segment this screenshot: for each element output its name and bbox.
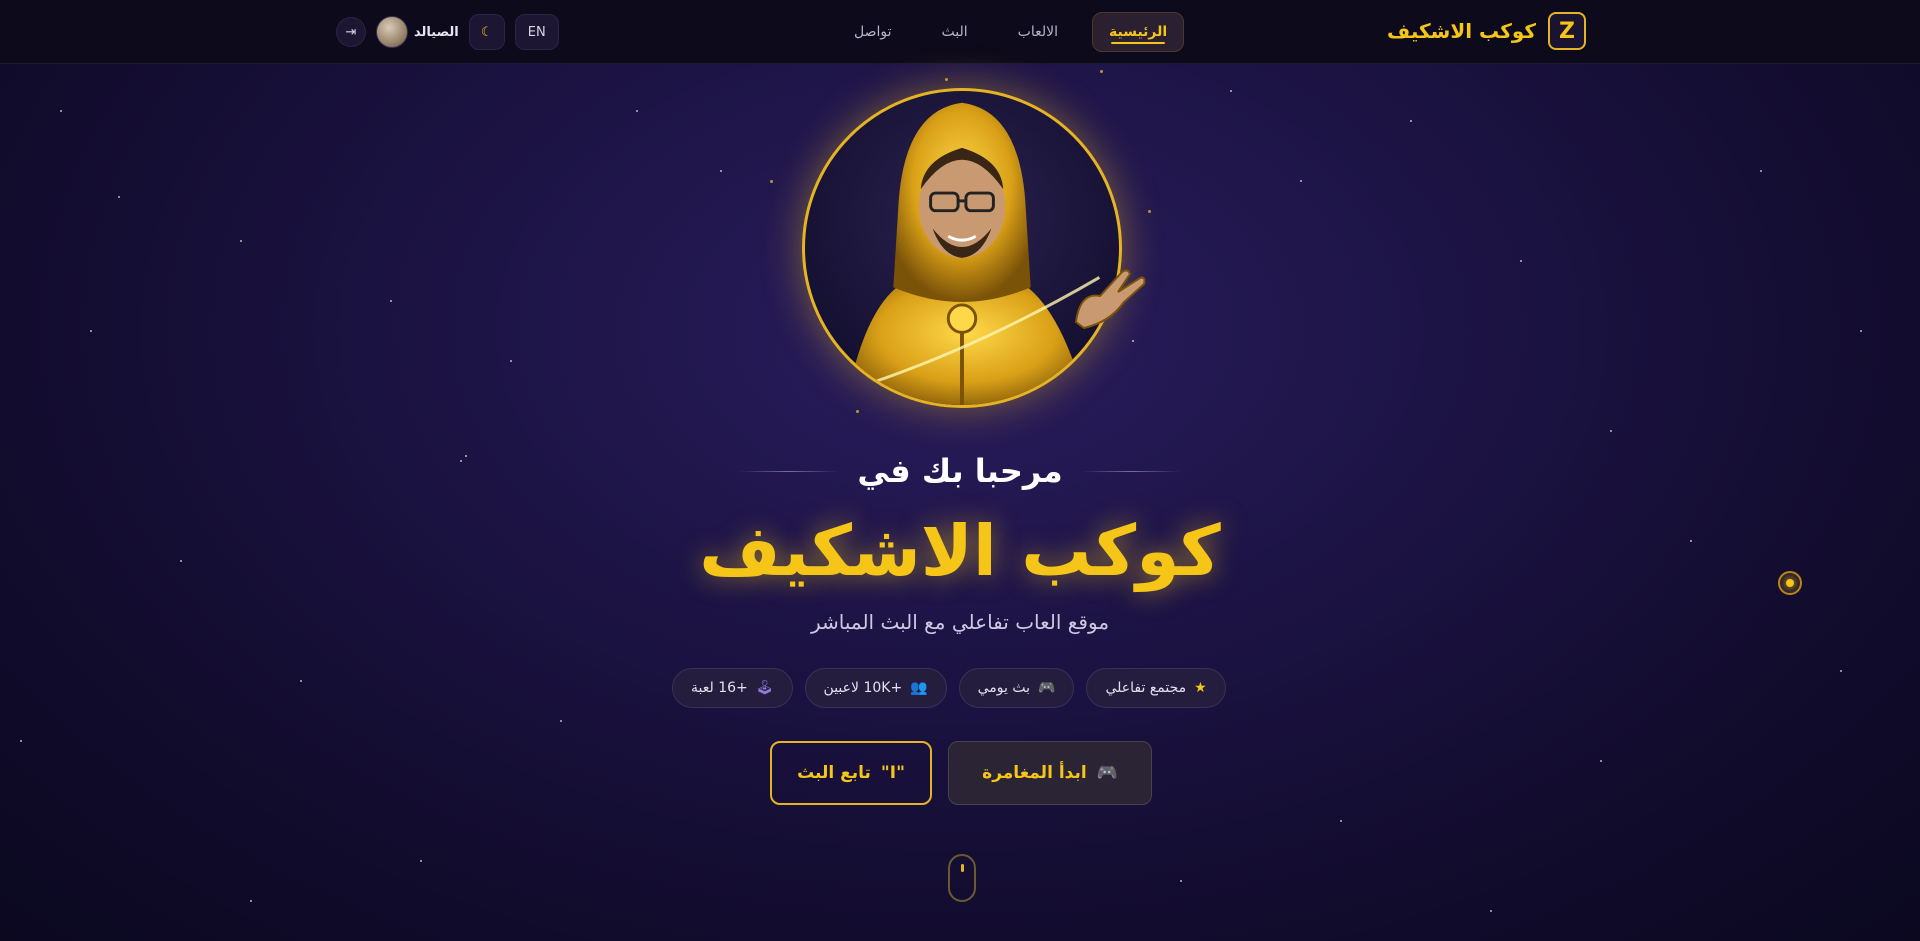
top-header: Z كوكب الاشكيف الرئيسية الالعاب البث توا… — [0, 0, 1920, 64]
hand-icon — [1074, 269, 1146, 330]
feature-badges: ★ مجتمع تفاعلي 🎮 بث يومي 👥 +10K لاعبين 🕹… — [672, 668, 1226, 708]
nav-item-stream[interactable]: البث — [926, 12, 984, 52]
follow-stream-label: تابع البث — [797, 763, 871, 783]
logout-icon: ⇥ — [345, 24, 357, 40]
divider-line-left — [739, 470, 840, 472]
hero-title: كوكب الاشكيف — [699, 510, 1221, 592]
scroll-indicator[interactable] — [948, 854, 976, 902]
badge-games: 🕹 +16 لعبة — [672, 668, 793, 708]
star-icon: ★ — [1194, 680, 1207, 696]
badge-daily-stream: 🎮 بث يومي — [958, 668, 1075, 708]
user-profile[interactable]: الصيالد — [376, 16, 459, 48]
nav-item-contact[interactable]: تواصل — [838, 12, 908, 52]
badge-label: بث يومي — [977, 680, 1031, 696]
hero-actions: 🎮 ابدأ المغامرة "I" تابع البث — [770, 741, 1152, 805]
nav-item-games[interactable]: الالعاب — [1002, 12, 1074, 52]
start-adventure-label: ابدأ المغامرة — [982, 763, 1087, 783]
quote-icon: "I" — [880, 763, 905, 783]
nav-item-home[interactable]: الرئيسية — [1092, 12, 1185, 52]
dot-icon — [1786, 579, 1794, 587]
badge-players: 👥 +10K لاعبين — [804, 668, 947, 708]
brand[interactable]: Z كوكب الاشكيف — [1387, 12, 1586, 50]
gamepad-icon: 🎮 — [1038, 680, 1056, 696]
user-name: الصيالد — [414, 24, 459, 40]
welcome-row: مرحبا بك في — [0, 452, 1920, 490]
divider-line-right — [1080, 470, 1181, 472]
welcome-text: مرحبا بك في — [857, 452, 1063, 490]
badge-label: مجتمع تفاعلي — [1105, 680, 1187, 696]
brand-logo-icon: Z — [1548, 12, 1586, 50]
logout-button[interactable]: ⇥ — [336, 17, 366, 47]
header-tools: ⇥ الصيالد ☾ EN — [336, 14, 559, 50]
hero-avatar — [802, 88, 1122, 408]
language-button[interactable]: EN — [514, 14, 559, 50]
start-adventure-button[interactable]: 🎮 ابدأ المغامرة — [948, 741, 1152, 805]
theme-toggle-button[interactable]: ☾ — [468, 14, 505, 50]
badge-community: ★ مجتمع تفاعلي — [1086, 668, 1226, 708]
moon-icon: ☾ — [480, 24, 493, 40]
hero-subtitle: موقع العاب تفاعلي مع البث المباشر — [810, 610, 1110, 634]
main-nav: الرئيسية الالعاب البث تواصل — [838, 12, 1185, 52]
follow-stream-button[interactable]: "I" تابع البث — [770, 741, 932, 805]
scroll-wheel-icon — [960, 864, 964, 872]
badge-label: +10K لاعبين — [823, 680, 903, 696]
joystick-icon: 🕹 — [755, 680, 774, 696]
floating-action-dot[interactable] — [1778, 571, 1802, 595]
gamepad-icon: 🎮 — [1096, 763, 1118, 783]
hooded-wizard-illustration — [846, 102, 1101, 405]
brand-name: كوكب الاشكيف — [1387, 19, 1536, 43]
avatar — [376, 16, 408, 48]
badge-label: +16 لعبة — [691, 680, 748, 696]
users-icon: 👥 — [910, 680, 928, 696]
